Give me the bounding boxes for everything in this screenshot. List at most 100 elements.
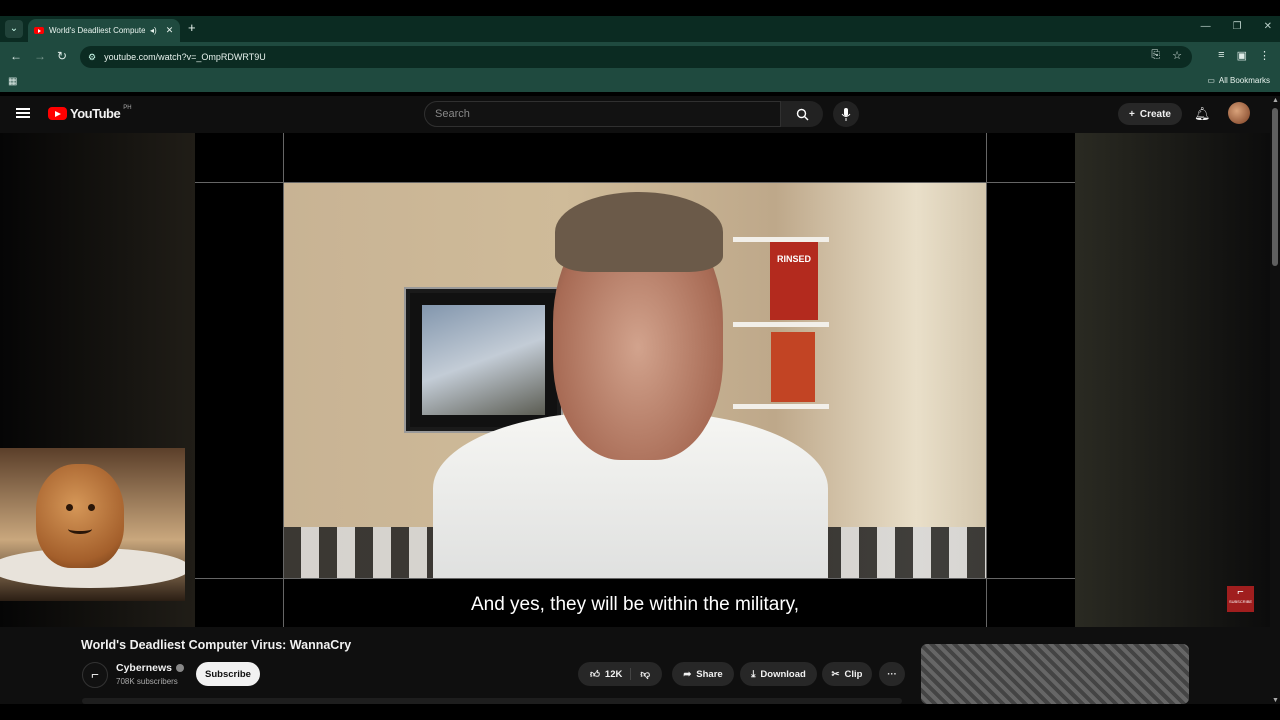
wall-picture bbox=[406, 289, 561, 431]
cookie-eye bbox=[66, 504, 73, 511]
thumbs-up-icon: 👍︎ bbox=[589, 669, 600, 680]
youtube-header: YouTube PH Search + Create 🔔︎ bbox=[0, 96, 1270, 133]
like-button[interactable]: 👍︎ 12K bbox=[589, 668, 632, 680]
channel-name[interactable]: Cybernews bbox=[116, 662, 185, 674]
apps-grid-icon[interactable]: ▦ bbox=[8, 76, 17, 87]
minimize-icon[interactable]: — bbox=[1201, 21, 1211, 32]
speaker-icon[interactable]: ◂) bbox=[150, 26, 157, 35]
subscriber-count: 708K subscribers bbox=[116, 677, 178, 686]
channel-watermark-icon: ⌐ bbox=[1237, 586, 1244, 598]
window-top-edge bbox=[0, 0, 1280, 16]
forward-icon[interactable]: → bbox=[34, 49, 46, 63]
all-bookmarks-button[interactable]: ▭ All Bookmarks bbox=[1207, 76, 1270, 85]
address-bar[interactable]: ⚙ youtube.com/watch?v=_OmpRDWRT9U ⎘ ☆ bbox=[80, 46, 1192, 68]
guide-line bbox=[195, 182, 1075, 183]
like-count: 12K bbox=[604, 668, 623, 680]
search-icon bbox=[796, 108, 808, 120]
microphone-icon bbox=[841, 107, 851, 121]
youtube-play-icon bbox=[48, 107, 67, 120]
reload-icon[interactable]: ↻ bbox=[57, 49, 67, 63]
omnibox-actions: ⎘ ☆ bbox=[1151, 49, 1182, 62]
download-button[interactable]: ⤓ Download bbox=[740, 662, 817, 686]
window-bottom-edge bbox=[0, 704, 1280, 720]
download-label: Download bbox=[760, 668, 806, 680]
share-label: Share bbox=[696, 668, 723, 680]
cookie-character bbox=[36, 464, 124, 568]
restore-icon[interactable]: ❐ bbox=[1233, 21, 1242, 32]
watermark-label: SUBSCRIBE bbox=[1228, 599, 1253, 604]
new-tab-button[interactable]: + bbox=[188, 20, 196, 35]
reading-list-icon[interactable]: ≡ bbox=[1218, 49, 1224, 62]
create-label: Create bbox=[1139, 108, 1171, 120]
ambient-glow-right bbox=[1075, 133, 1270, 627]
notifications-bell-icon[interactable]: 🔔︎ bbox=[1194, 106, 1211, 122]
book-cover-2 bbox=[771, 332, 815, 402]
channel-name-label: Cybernews bbox=[116, 662, 173, 674]
back-icon[interactable]: ← bbox=[10, 49, 22, 63]
video-title: World's Deadliest Computer Virus: WannaC… bbox=[81, 638, 352, 652]
video-caption: And yes, they will be within the militar… bbox=[470, 594, 800, 615]
page-scrollbar[interactable]: ▲ ▼ bbox=[1270, 96, 1280, 704]
verified-icon bbox=[176, 664, 185, 672]
video-player[interactable]: RINSED And yes, they will be within the … bbox=[195, 133, 1075, 627]
scroll-down-icon[interactable]: ▼ bbox=[1272, 697, 1279, 704]
cookie-eye bbox=[88, 504, 95, 511]
clip-button[interactable]: ✂ Clip bbox=[822, 662, 872, 686]
logo-text: YouTube bbox=[70, 106, 121, 121]
hamburger-menu-icon[interactable] bbox=[16, 108, 30, 118]
guide-line bbox=[986, 133, 987, 627]
sidebar-promo-card[interactable] bbox=[921, 644, 1189, 704]
guide-line bbox=[283, 133, 284, 627]
create-button[interactable]: + Create bbox=[1118, 103, 1182, 125]
close-window-icon[interactable]: ✕ bbox=[1264, 21, 1272, 32]
all-bookmarks-label: All Bookmarks bbox=[1218, 76, 1270, 85]
voice-search-button[interactable] bbox=[833, 101, 859, 127]
thumbs-down-icon[interactable]: 👎︎ bbox=[636, 668, 650, 680]
browser-toolbar: ← → ↻ ⚙ youtube.com/watch?v=_OmpRDWRT9U … bbox=[0, 42, 1280, 72]
youtube-favicon-icon bbox=[34, 27, 44, 34]
extensions-area: ≡ ▣ ⋮ bbox=[1218, 49, 1270, 62]
video-frame: RINSED bbox=[283, 182, 987, 578]
like-dislike-group: 👍︎ 12K 👎︎ bbox=[578, 662, 662, 686]
video-player-area: RINSED And yes, they will be within the … bbox=[0, 133, 1270, 627]
scissors-icon: ✂ bbox=[831, 668, 840, 680]
scroll-up-icon[interactable]: ▲ bbox=[1272, 97, 1279, 104]
subscribe-button[interactable]: Subscribe bbox=[196, 662, 260, 686]
account-avatar[interactable] bbox=[1228, 102, 1250, 124]
close-tab-icon[interactable]: ✕ bbox=[166, 25, 174, 36]
shelf-board bbox=[733, 404, 829, 409]
presenter-hair bbox=[555, 192, 723, 272]
folder-icon: ▭ bbox=[1207, 76, 1215, 85]
region-code: PH bbox=[123, 104, 132, 111]
scroll-thumb[interactable] bbox=[1272, 108, 1278, 266]
download-icon: ⤓ bbox=[751, 668, 756, 680]
channel-avatar[interactable]: ⌐ bbox=[82, 662, 108, 688]
cookie-mouth bbox=[68, 524, 92, 534]
browser-tab-strip: ⌄ World's Deadliest Computer Virus: Wann… bbox=[0, 16, 1280, 42]
bookmarks-bar: ▦ ▭ All Bookmarks bbox=[0, 72, 1280, 92]
plus-icon: + bbox=[1129, 108, 1135, 120]
url-text[interactable]: youtube.com/watch?v=_OmpRDWRT9U bbox=[104, 52, 266, 62]
share-icon: ➦ bbox=[683, 668, 692, 680]
subscribe-watermark[interactable]: ⌐ SUBSCRIBE bbox=[1227, 586, 1254, 612]
extension-icon[interactable]: ▣ bbox=[1237, 49, 1247, 62]
search-placeholder: Search bbox=[435, 108, 470, 120]
more-actions-button[interactable]: ··· bbox=[879, 662, 905, 686]
browser-menu-icon[interactable]: ⋮ bbox=[1259, 49, 1270, 62]
search-button[interactable] bbox=[781, 101, 823, 127]
browser-tab-active[interactable]: World's Deadliest Computer Virus: WannaC… bbox=[28, 19, 180, 42]
cookie-overlay-image bbox=[0, 448, 185, 601]
guide-line bbox=[195, 578, 1075, 579]
tab-title: World's Deadliest Computer Virus: WannaC… bbox=[49, 26, 145, 35]
clip-label: Clip bbox=[844, 668, 863, 680]
more-icon: ··· bbox=[887, 668, 897, 680]
search-input[interactable]: Search bbox=[424, 101, 781, 127]
tab-search-button[interactable]: ⌄ bbox=[5, 20, 23, 38]
site-info-icon[interactable]: ⚙ bbox=[88, 52, 96, 63]
share-button[interactable]: ➦ Share bbox=[672, 662, 734, 686]
youtube-logo[interactable]: YouTube PH bbox=[48, 104, 132, 121]
book-cover: RINSED bbox=[770, 242, 818, 320]
bookmark-star-icon[interactable]: ☆ bbox=[1172, 49, 1182, 62]
install-app-icon[interactable]: ⎘ bbox=[1151, 49, 1160, 62]
window-controls: — ❐ ✕ bbox=[1201, 21, 1272, 32]
